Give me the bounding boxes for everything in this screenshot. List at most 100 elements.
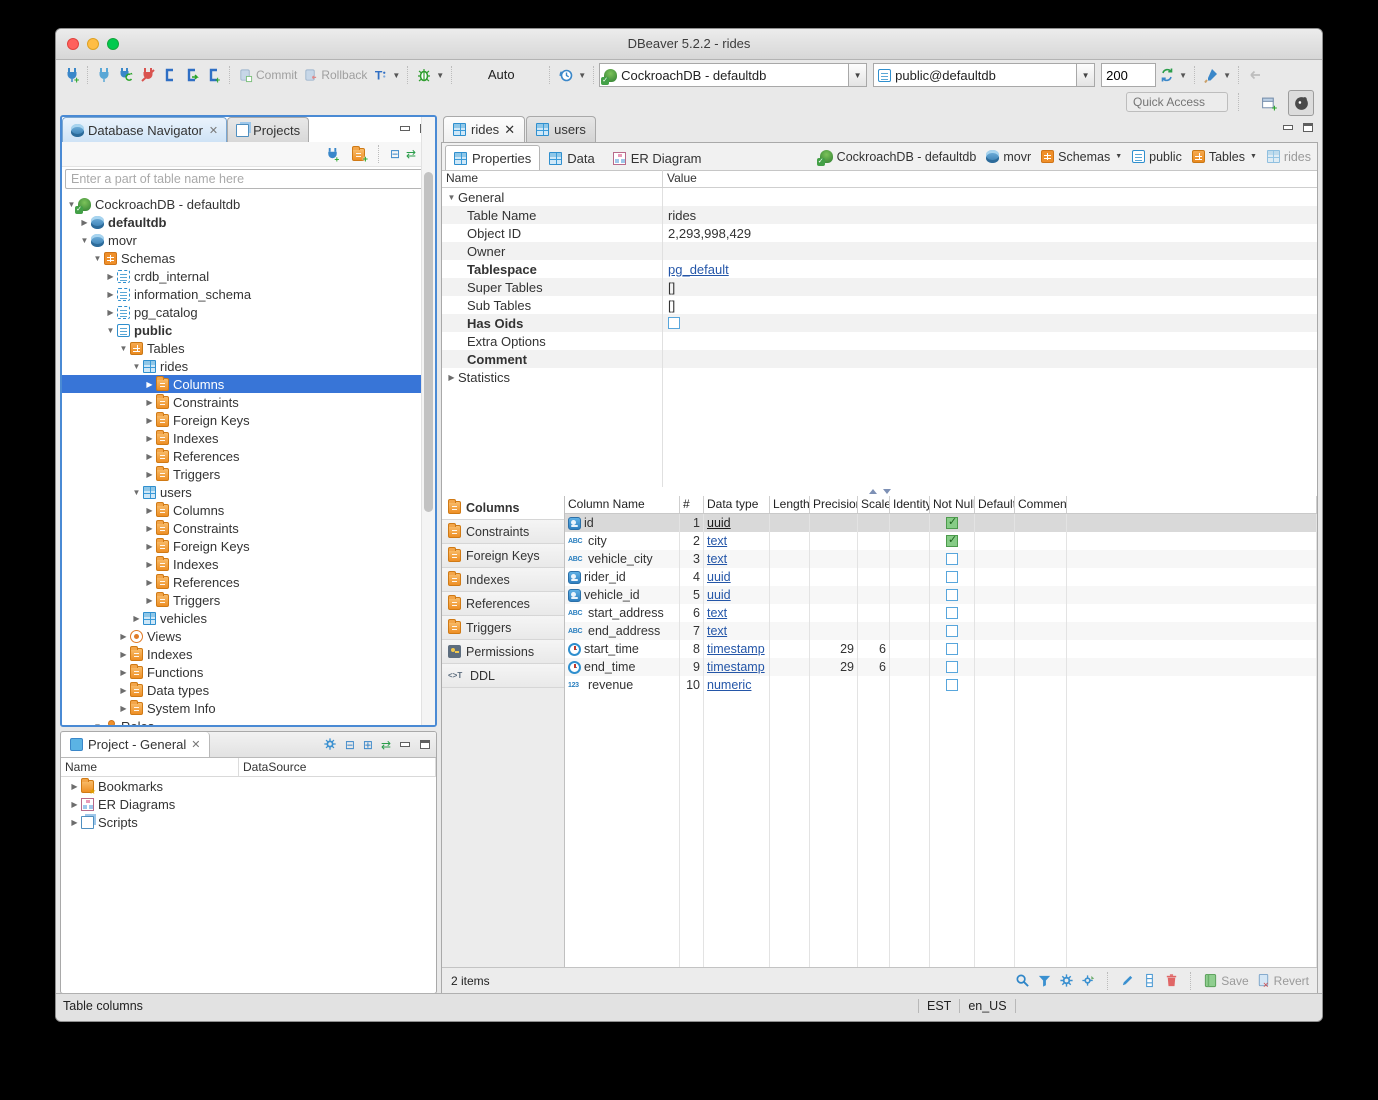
new-connection-toolbar-button[interactable]: + bbox=[322, 142, 343, 166]
tree-item-columns[interactable]: ▶Columns bbox=[62, 375, 435, 393]
reconnect-button[interactable] bbox=[115, 63, 137, 87]
expander-icon[interactable]: ▼ bbox=[78, 236, 91, 245]
expander-icon[interactable]: ▶ bbox=[68, 818, 81, 827]
tree-item-roles[interactable]: ▼Roles bbox=[62, 717, 435, 725]
refresh-button[interactable]: ▼ bbox=[1156, 63, 1190, 87]
side-tab-permissions[interactable]: Permissions bbox=[442, 640, 564, 664]
collapse-all-button[interactable]: ⊟ bbox=[390, 148, 400, 160]
data-type-link[interactable]: numeric bbox=[707, 678, 751, 692]
close-icon[interactable]: ✕ bbox=[504, 122, 515, 138]
open-sql-console-button[interactable] bbox=[181, 63, 203, 87]
column-header-precision[interactable]: Precision bbox=[810, 496, 858, 513]
project-item-scripts[interactable]: ▶Scripts bbox=[61, 813, 436, 831]
sash-down-icon[interactable] bbox=[883, 489, 891, 494]
tree-item-references[interactable]: ▶References bbox=[62, 573, 435, 591]
expander-icon[interactable]: ▼ bbox=[130, 488, 143, 497]
data-type-link[interactable]: uuid bbox=[707, 516, 731, 530]
project-item-er-diagrams[interactable]: ▶ER Diagrams bbox=[61, 795, 436, 813]
column-row-id[interactable]: id1uuid bbox=[565, 514, 1317, 532]
view-settings-button[interactable] bbox=[1081, 973, 1096, 988]
commit-mode-selector[interactable]: Auto bbox=[457, 64, 545, 86]
navigator-scrollbar[interactable] bbox=[421, 117, 435, 725]
property-row-extra-options[interactable]: Extra Options bbox=[442, 332, 1317, 350]
tree-item-pg-catalog[interactable]: ▶pg_catalog bbox=[62, 303, 435, 321]
debug-button[interactable]: ▼ bbox=[413, 63, 447, 87]
expander-icon[interactable]: ▶ bbox=[104, 272, 117, 281]
expander-icon[interactable]: ▶ bbox=[143, 434, 156, 443]
zoom-window-button[interactable] bbox=[107, 38, 119, 50]
breadcrumb-item-cockroachdb-defaultdb[interactable]: CockroachDB - defaultdb bbox=[820, 150, 977, 164]
property-row-comment[interactable]: Comment bbox=[442, 350, 1317, 368]
tree-item-defaultdb[interactable]: ▶defaultdb bbox=[62, 213, 435, 231]
expander-icon[interactable]: ▶ bbox=[143, 542, 156, 551]
expander-icon[interactable]: ▶ bbox=[117, 632, 130, 641]
column-row-start-address[interactable]: ABCstart_address6text bbox=[565, 604, 1317, 622]
data-type-link[interactable]: text bbox=[707, 606, 727, 620]
editor-tab-users[interactable]: users bbox=[526, 116, 596, 142]
settings-gear-button[interactable] bbox=[323, 737, 337, 753]
expander-icon[interactable]: ▼ bbox=[445, 193, 458, 202]
breadcrumb-item-movr[interactable]: movr bbox=[986, 150, 1031, 164]
data-type-link[interactable]: text bbox=[707, 534, 727, 548]
expander-icon[interactable]: ▶ bbox=[78, 218, 91, 227]
column-header-data-type[interactable]: Data type bbox=[704, 496, 770, 513]
column-header-length[interactable]: Length bbox=[770, 496, 810, 513]
side-tab-references[interactable]: References bbox=[442, 592, 564, 616]
breadcrumb-item-rides[interactable]: rides bbox=[1267, 150, 1311, 164]
not-null-checkbox[interactable] bbox=[946, 643, 958, 655]
expander-icon[interactable]: ▶ bbox=[104, 290, 117, 299]
locale-indicator[interactable]: en_US bbox=[960, 999, 1015, 1013]
subtab-data[interactable]: Data bbox=[540, 145, 603, 170]
tree-item-functions[interactable]: ▶Functions bbox=[62, 663, 435, 681]
column-row-end-address[interactable]: ABCend_address7text bbox=[565, 622, 1317, 640]
schema-selector[interactable]: public@defaultdb ▼ bbox=[873, 63, 1095, 87]
data-type-link[interactable]: timestamp bbox=[707, 642, 765, 656]
dropdown-caret-icon[interactable]: ▼ bbox=[1250, 153, 1257, 160]
expander-icon[interactable]: ▶ bbox=[68, 782, 81, 791]
tree-item-public[interactable]: ▼public bbox=[62, 321, 435, 339]
tree-item-foreign-keys[interactable]: ▶Foreign Keys bbox=[62, 411, 435, 429]
column-header-identity[interactable]: Identity bbox=[890, 496, 930, 513]
expander-icon[interactable]: ▶ bbox=[117, 686, 130, 695]
tree-item-indexes[interactable]: ▶Indexes bbox=[62, 429, 435, 447]
editor-tab-rides[interactable]: rides✕ bbox=[443, 116, 525, 142]
side-tab-constraints[interactable]: Constraints bbox=[442, 520, 564, 544]
minimize-view-button[interactable] bbox=[399, 740, 411, 750]
connection-selector-dropdown[interactable]: ▼ bbox=[848, 64, 866, 86]
expander-icon[interactable]: ▼ bbox=[91, 254, 104, 263]
not-null-checkbox[interactable] bbox=[946, 553, 958, 565]
splitter-sash[interactable] bbox=[442, 487, 1317, 496]
tree-item-rides[interactable]: ▼rides bbox=[62, 357, 435, 375]
connect-button[interactable] bbox=[93, 63, 115, 87]
expander-icon[interactable]: ▶ bbox=[143, 596, 156, 605]
format-button[interactable]: ▼ bbox=[1200, 63, 1234, 87]
expander-icon[interactable]: ▶ bbox=[143, 506, 156, 515]
tree-item-crdb-internal[interactable]: ▶crdb_internal bbox=[62, 267, 435, 285]
link-with-editor-button[interactable]: ⇄ bbox=[381, 739, 391, 751]
connection-selector[interactable]: CockroachDB - defaultdb ▼ bbox=[599, 63, 867, 87]
expander-icon[interactable]: ▶ bbox=[445, 373, 458, 382]
property-row-statistics[interactable]: ▶Statistics bbox=[442, 368, 1317, 386]
tree-item-movr[interactable]: ▼movr bbox=[62, 231, 435, 249]
expander-icon[interactable]: ▶ bbox=[143, 380, 156, 389]
revert-button[interactable]: ✕ Revert bbox=[1256, 973, 1309, 988]
tree-item-constraints[interactable]: ▶Constraints bbox=[62, 393, 435, 411]
expand-all-button[interactable]: ⊞ bbox=[363, 739, 373, 751]
collapse-all-button[interactable]: ⊟ bbox=[345, 739, 355, 751]
expander-icon[interactable]: ▶ bbox=[104, 308, 117, 317]
not-null-checkbox[interactable] bbox=[946, 589, 958, 601]
tree-item-references[interactable]: ▶References bbox=[62, 447, 435, 465]
breadcrumb-item-public[interactable]: public bbox=[1132, 150, 1182, 164]
column-header--[interactable]: # bbox=[680, 496, 704, 513]
column-header-not-null[interactable]: Not Null bbox=[930, 496, 975, 513]
side-tab-columns[interactable]: Columns bbox=[442, 496, 564, 520]
rollback-button[interactable]: Rollback bbox=[300, 63, 370, 87]
timezone-indicator[interactable]: EST bbox=[918, 999, 960, 1013]
tree-item-indexes[interactable]: ▶Indexes bbox=[62, 645, 435, 663]
scrollbar-thumb[interactable] bbox=[424, 172, 433, 512]
side-tab-indexes[interactable]: Indexes bbox=[442, 568, 564, 592]
dropdown-caret-icon[interactable]: ▼ bbox=[1115, 153, 1122, 160]
sash-up-icon[interactable] bbox=[869, 489, 877, 494]
column-row-vehicle-id[interactable]: vehicle_id5uuid bbox=[565, 586, 1317, 604]
tab-projects[interactable]: Projects bbox=[227, 117, 309, 142]
